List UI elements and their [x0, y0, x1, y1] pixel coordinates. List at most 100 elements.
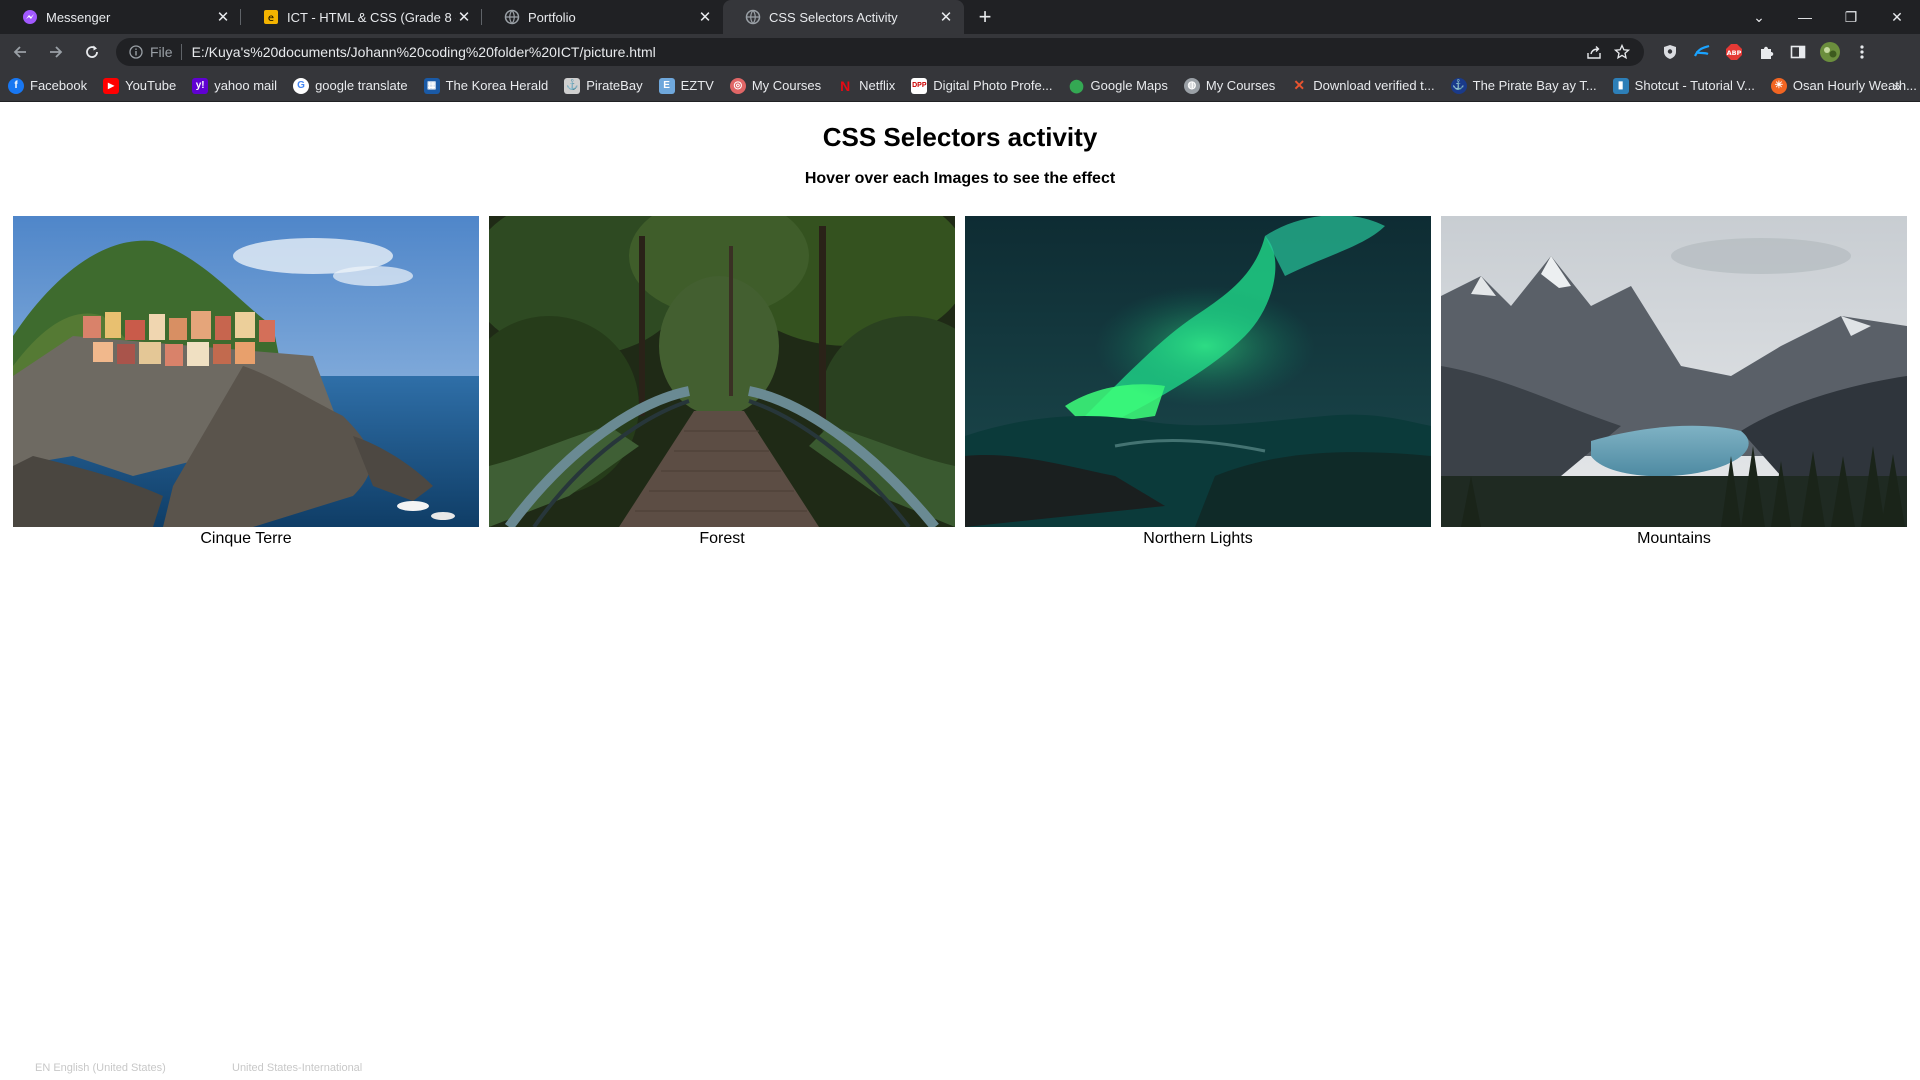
- forest-image[interactable]: [489, 216, 955, 527]
- info-icon[interactable]: [128, 44, 144, 60]
- scheme-divider: [180, 44, 182, 60]
- close-icon[interactable]: ✕: [215, 9, 231, 26]
- bookmark-label: The Korea Herald: [445, 78, 549, 93]
- close-icon[interactable]: ✕: [697, 9, 713, 26]
- page-content: CSS Selectors activity Hover over each I…: [0, 102, 1920, 1080]
- mountains-image[interactable]: [1441, 216, 1907, 527]
- tab-css-selectors[interactable]: CSS Selectors Activity ✕: [723, 0, 964, 34]
- globe-icon: ◍: [1183, 77, 1200, 94]
- browser-toolbar: File E:/Kuya's%20documents/Johann%20codi…: [0, 34, 1920, 70]
- adblock-icon[interactable]: ABP: [1718, 36, 1750, 68]
- window-controls: ⌄ — ❐ ✕: [1736, 0, 1920, 34]
- youtube-icon: ▶: [103, 77, 120, 94]
- back-button[interactable]: [4, 36, 36, 68]
- bookmark-shotcut[interactable]: ▮ Shotcut - Tutorial V...: [1605, 73, 1763, 99]
- tab-portfolio[interactable]: Portfolio ✕: [482, 0, 723, 34]
- minimize-button[interactable]: —: [1782, 0, 1828, 34]
- messenger-icon: [22, 9, 38, 25]
- bookmark-google-maps[interactable]: ⬤ Google Maps: [1061, 73, 1176, 99]
- bookmark-label: google translate: [315, 78, 408, 93]
- bookmark-my-courses-2[interactable]: ◍ My Courses: [1176, 73, 1283, 99]
- close-window-button[interactable]: ✕: [1874, 0, 1920, 34]
- facebook-icon: f: [8, 77, 24, 94]
- bookmark-label: Netflix: [859, 78, 896, 93]
- reload-icon: [86, 45, 98, 58]
- page-title: CSS Selectors activity: [822, 122, 1098, 152]
- language-bar: EN English (United States) United States…: [0, 1058, 1920, 1080]
- tab-title: Messenger: [46, 9, 111, 25]
- extensions-area: ABP: [1654, 36, 1878, 68]
- bookmark-label: Download verified t...: [1313, 78, 1435, 93]
- tab-messenger[interactable]: Messenger ✕: [0, 0, 241, 34]
- photo-icon: DPP: [911, 77, 928, 94]
- shield-icon[interactable]: [1654, 36, 1686, 68]
- maps-icon: ⬤: [1069, 77, 1084, 93]
- tab-title: Portfolio: [528, 9, 576, 25]
- globe-icon: [504, 9, 520, 25]
- bookmark-facebook[interactable]: f Facebook: [0, 73, 95, 99]
- url-scheme-label: File: [150, 44, 173, 60]
- bookmark-label: YouTube: [125, 78, 177, 93]
- shotcut-icon: ▮: [1612, 77, 1629, 94]
- side-panel-icon[interactable]: [1782, 36, 1814, 68]
- bookmark-label: My Courses: [1205, 78, 1276, 93]
- svg-text:e: e: [268, 13, 274, 24]
- bookmark-star-icon[interactable]: [1608, 40, 1636, 64]
- image-gallery: Cinque Terre Forest Northern Lights Moun…: [13, 216, 1907, 548]
- forward-button[interactable]: [40, 36, 72, 68]
- piratebay-icon: ⚓: [564, 77, 581, 94]
- bookmark-yahoo-mail[interactable]: y! yahoo mail: [184, 73, 285, 99]
- reload-button[interactable]: [76, 36, 108, 68]
- northern-lights-image[interactable]: [965, 216, 1431, 527]
- menu-kebab-icon[interactable]: [1846, 36, 1878, 68]
- google-icon: G: [293, 77, 310, 94]
- keyboard-layout-label: United States-International: [232, 1062, 363, 1074]
- courses-icon: ◎: [729, 77, 746, 94]
- bookmark-my-courses[interactable]: ◎ My Courses: [722, 73, 829, 99]
- url-text[interactable]: E:/Kuya's%20documents/Johann%20coding%20…: [192, 44, 1580, 60]
- netflix-icon: N: [840, 77, 851, 94]
- close-icon[interactable]: ✕: [938, 9, 954, 26]
- translate-extension-icon[interactable]: [1686, 36, 1718, 68]
- share-icon[interactable]: [1580, 40, 1608, 64]
- bookmark-google-translate[interactable]: Ggoogle translate: [285, 73, 416, 99]
- bookmarks-overflow-icon[interactable]: »: [1884, 73, 1910, 99]
- gallery-card: Forest: [489, 216, 955, 548]
- bookmark-label: Facebook: [30, 78, 88, 93]
- puzzle-icon[interactable]: [1750, 36, 1782, 68]
- tab-strip: Messenger ✕ e ICT - HTML & CSS (Grade 8 …: [0, 0, 1920, 34]
- bookmark-download-verified[interactable]: ✕ Download verified t...: [1283, 73, 1442, 99]
- gallery-card: Cinque Terre: [13, 216, 479, 548]
- profile-avatar-icon[interactable]: [1814, 36, 1846, 68]
- new-tab-button[interactable]: +: [970, 0, 1000, 34]
- tab-title: CSS Selectors Activity: [769, 9, 898, 25]
- image-caption: Mountains: [1637, 530, 1711, 547]
- bookmark-label: EZTV: [680, 78, 714, 93]
- tab-title: ICT - HTML & CSS (Grade 8 - Pas: [287, 9, 456, 25]
- weather-icon: ☀: [1770, 77, 1787, 94]
- bookmark-piratebay[interactable]: ⚓ PirateBay: [556, 73, 650, 99]
- eztv-icon: E: [658, 77, 675, 94]
- document-icon: e: [263, 9, 279, 25]
- globe-icon: [745, 9, 761, 25]
- bookmark-label: PirateBay: [586, 78, 643, 93]
- bookmark-pirate-bay-2[interactable]: ⚓ The Pirate Bay ay T...: [1443, 73, 1605, 99]
- bookmark-label: Digital Photo Profe...: [933, 78, 1053, 93]
- svg-text:ABP: ABP: [1727, 49, 1742, 57]
- language-label: EN English (United States): [35, 1062, 166, 1074]
- bookmark-eztv[interactable]: E EZTV: [651, 73, 722, 99]
- tab-search-icon[interactable]: ⌄: [1736, 0, 1782, 34]
- bookmark-digital-photo[interactable]: DPP Digital Photo Profe...: [903, 73, 1060, 99]
- bookmark-youtube[interactable]: ▶ YouTube: [95, 73, 184, 99]
- bookmark-netflix[interactable]: N Netflix: [829, 73, 903, 99]
- bookmark-korea-herald[interactable]: ▦ The Korea Herald: [416, 73, 557, 99]
- restore-button[interactable]: ❐: [1828, 0, 1874, 34]
- image-caption: Forest: [699, 530, 745, 547]
- tab-ict[interactable]: e ICT - HTML & CSS (Grade 8 - Pas ✕: [241, 0, 482, 34]
- address-bar[interactable]: File E:/Kuya's%20documents/Johann%20codi…: [116, 38, 1644, 66]
- bookmark-label: Google Maps: [1090, 78, 1168, 93]
- cinque-terre-image[interactable]: [13, 216, 479, 527]
- close-icon[interactable]: ✕: [456, 9, 472, 26]
- forward-arrow-icon: [50, 46, 63, 58]
- bookmark-label: The Pirate Bay ay T...: [1472, 78, 1597, 93]
